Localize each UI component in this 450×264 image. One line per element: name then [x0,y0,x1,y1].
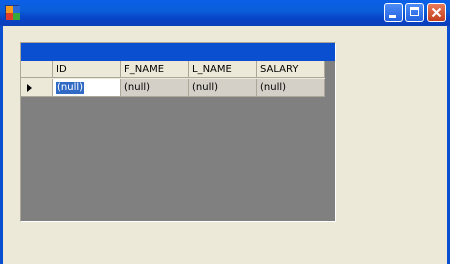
row-header[interactable] [21,79,53,97]
current-row-arrow-icon [27,84,32,92]
table-row[interactable]: (null) (null) (null) (null) [21,79,325,97]
title-bar[interactable] [0,0,450,26]
close-icon [431,7,442,18]
maximize-button[interactable] [405,3,424,22]
column-header-f-name[interactable]: F_NAME [121,61,189,78]
close-button[interactable] [427,3,446,22]
minimize-button[interactable] [384,3,403,22]
cell-id-value: (null) [56,82,85,94]
column-header-row: ID F_NAME L_NAME SALARY [21,61,325,79]
maximize-icon [410,7,419,16]
grid-empty-area [325,61,335,221]
row-header-corner[interactable] [21,61,53,78]
data-grid[interactable]: ID F_NAME L_NAME SALARY (null) (null) (n… [20,42,336,222]
cell-id-editor[interactable]: (null) [53,79,121,97]
cell-salary[interactable]: (null) [257,79,325,97]
grid-caption-bar [21,43,335,61]
cell-f-name[interactable]: (null) [121,79,189,97]
cell-l-name[interactable]: (null) [189,79,257,97]
column-header-salary[interactable]: SALARY [257,61,325,78]
column-header-l-name[interactable]: L_NAME [189,61,257,78]
minimize-icon [389,15,396,18]
window-frame-left [0,26,3,264]
app-icon[interactable] [5,5,20,20]
column-header-id[interactable]: ID [53,61,121,78]
